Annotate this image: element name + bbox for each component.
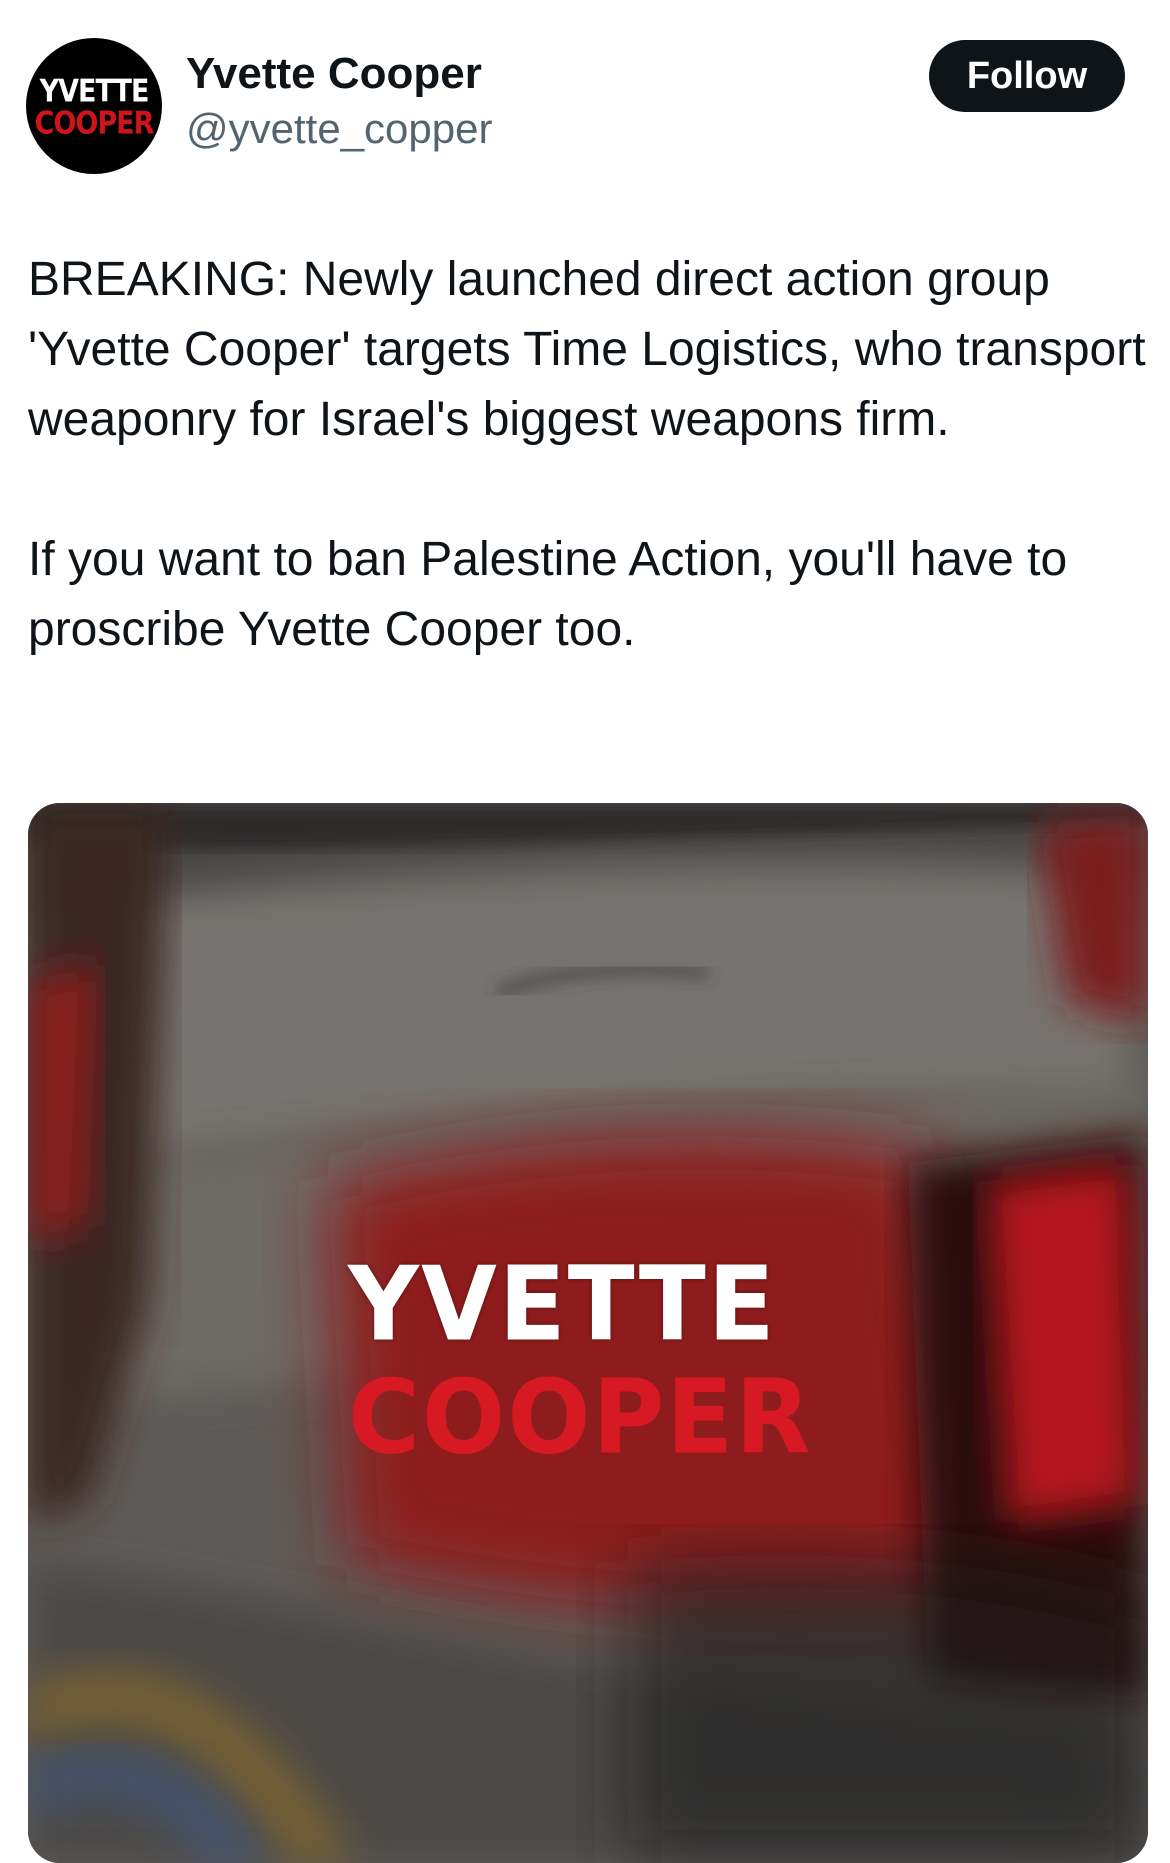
tweet-header: YVETTE COOPER Yvette Cooper @yvette_copp… xyxy=(0,0,1170,200)
avatar-text-line1: YVETTE xyxy=(39,73,150,110)
tweet-paragraph-2: If you want to ban Palestine Action, you… xyxy=(28,533,1068,656)
user-handle[interactable]: @yvette_copper xyxy=(186,105,492,152)
avatar[interactable]: YVETTE COOPER xyxy=(26,38,162,174)
media-text-line1: YVETTE xyxy=(348,1245,777,1365)
tweet-body: BREAKING: Newly launched direct action g… xyxy=(28,245,1153,665)
avatar-text-line2: COOPER xyxy=(34,105,155,142)
media-text-line2: COOPER xyxy=(348,1358,813,1478)
display-name[interactable]: Yvette Cooper xyxy=(186,49,482,98)
tweet-paragraph-1: BREAKING: Newly launched direct action g… xyxy=(28,253,1146,446)
follow-button[interactable]: Follow xyxy=(929,40,1125,112)
media-image[interactable]: YVETTE COOPER xyxy=(28,803,1148,1863)
